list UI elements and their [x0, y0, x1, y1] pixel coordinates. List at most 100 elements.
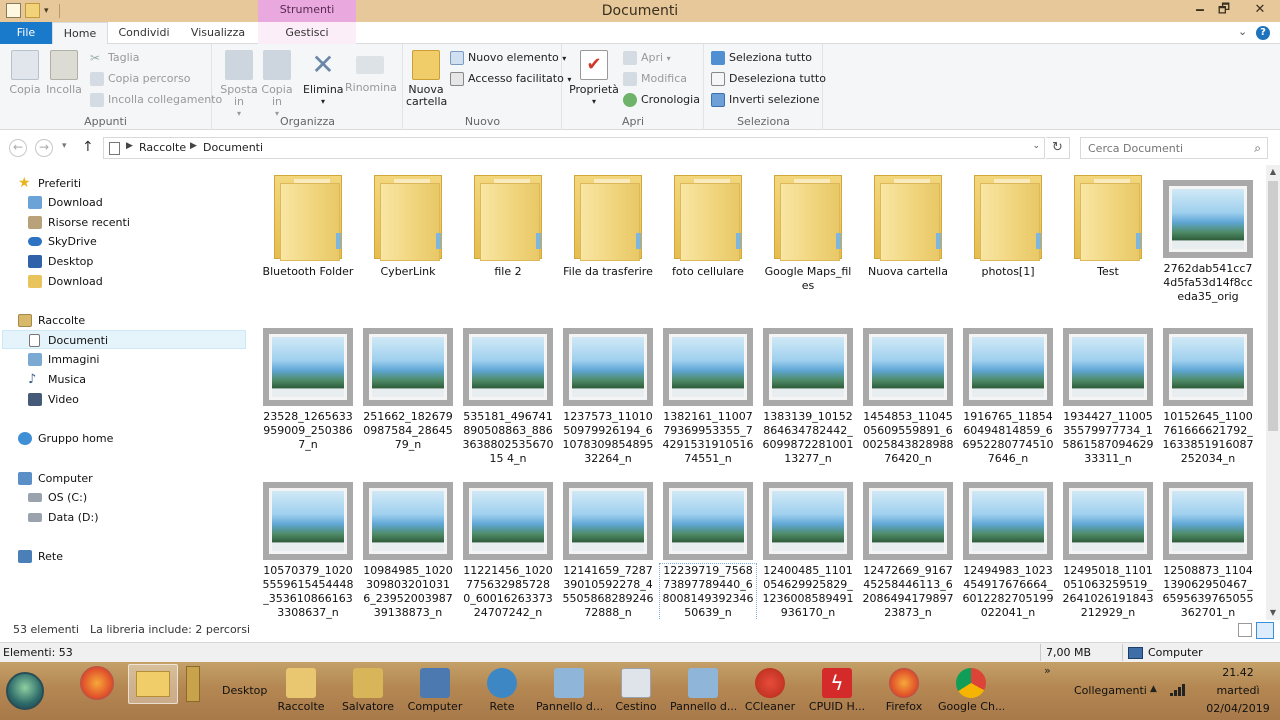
image-file-item[interactable]: 1454853_1104505609559891_600258438289887… — [860, 328, 956, 466]
details-view-icon[interactable] — [1238, 623, 1252, 637]
search-input[interactable] — [1081, 138, 1241, 158]
folder-item[interactable]: CyberLink — [360, 165, 456, 279]
desktop-item-chrome[interactable]: Google Ch... — [938, 666, 1004, 713]
copy-to-button[interactable]: Copia in ▾ — [259, 48, 295, 120]
search-icon[interactable]: ⌕ — [1254, 141, 1261, 156]
folder-item[interactable]: Test — [1060, 165, 1156, 279]
image-file-item[interactable]: 23528_1265633959009_2503867_n — [260, 328, 356, 452]
select-all-button[interactable]: Seleziona tutto — [711, 49, 812, 67]
chevron-down-icon[interactable]: ⌄ — [1032, 141, 1040, 151]
image-file-item[interactable]: 12141659_728739010592278_455058682892467… — [560, 482, 656, 620]
scroll-up-icon[interactable]: ▲ — [1266, 165, 1280, 179]
toolbar-expand-icon[interactable]: » — [1044, 664, 1051, 677]
desktop-item-firefox[interactable]: Firefox — [871, 666, 937, 713]
invert-selection-button[interactable]: Inverti selezione — [711, 91, 820, 109]
image-file-item[interactable]: 10570379_10205559615454448_3536108661633… — [260, 482, 356, 620]
desktop-item-control-panel-2[interactable]: Pannello d... — [670, 666, 736, 713]
refresh-button[interactable]: ↻ — [1046, 137, 1070, 159]
recent-locations-button[interactable]: ▾ — [62, 141, 67, 151]
address-bar[interactable]: ▶ Raccolte ▶ Documenti ⌄ — [103, 137, 1045, 159]
image-file-item[interactable]: 12494983_1023454917676664_60122827051990… — [960, 482, 1056, 620]
image-file-item[interactable]: 12239719_756873897789440_680081493923465… — [659, 482, 757, 620]
edit-button[interactable]: Modifica — [623, 70, 687, 88]
large-icons-view-icon[interactable] — [1256, 622, 1274, 639]
minimize-button[interactable]: 🗕 — [1187, 0, 1213, 20]
explorer-taskbar-button[interactable] — [128, 664, 178, 704]
image-file-item[interactable]: 2762dab541cc74d5fa53d14f8cceda35_orig — [1160, 180, 1256, 304]
up-button[interactable]: ↑ — [82, 139, 94, 155]
back-button[interactable]: ← — [9, 139, 27, 157]
image-file-item[interactable]: 1237573_1101050979926194_610783098548953… — [560, 328, 656, 466]
desktop-toolbar-label[interactable]: Desktop — [222, 684, 267, 697]
image-file-item[interactable]: 1916765_1185460494814859_669522807745107… — [960, 328, 1056, 466]
image-file-item[interactable]: 11221456_1020775632985728 0_600162633732… — [460, 482, 556, 620]
image-file-item[interactable]: 10152645_1100761666621792_16338519160872… — [1160, 328, 1256, 466]
pinned-app-icon[interactable] — [186, 666, 200, 702]
search-box[interactable]: ⌕ — [1080, 137, 1268, 159]
tab-file[interactable]: File — [0, 22, 52, 44]
cut-button[interactable]: ✂ Taglia — [90, 49, 139, 67]
chevron-down-icon[interactable]: ⌄ — [1238, 25, 1247, 38]
close-button[interactable]: ✕ — [1240, 0, 1280, 20]
folder-item[interactable]: Google Maps_files — [760, 165, 856, 293]
open-button[interactable]: Apri ▾ — [623, 49, 671, 67]
paste-link-button[interactable]: Incolla collegamento — [90, 91, 222, 109]
tab-home[interactable]: Home — [52, 22, 108, 45]
system-clock[interactable]: 21.42 martedì 02/04/2019 — [1196, 664, 1280, 718]
image-file-item[interactable]: 10984985_1020309803201031 6_239520039873… — [360, 482, 456, 620]
vertical-scrollbar[interactable]: ▲ ▼ — [1266, 165, 1280, 620]
scroll-thumb[interactable] — [1268, 181, 1278, 431]
image-file-item[interactable]: 12472669_916745258446113_620864941798972… — [860, 482, 956, 620]
links-toolbar-label[interactable]: Collegamenti — [1074, 684, 1147, 697]
image-file-item[interactable]: 12400485_1101054629925829_12360085894919… — [760, 482, 856, 620]
history-button[interactable]: Cronologia — [623, 91, 700, 109]
breadcrumb-documenti[interactable]: Documenti — [203, 141, 263, 154]
folder-item[interactable]: foto cellulare — [660, 165, 756, 279]
folder-item[interactable]: File da trasferire — [560, 165, 656, 279]
desktop-item-raccolte[interactable]: Raccolte — [268, 666, 334, 713]
folder-item[interactable]: photos[1] — [960, 165, 1056, 279]
image-file-item[interactable]: 1934427_1100535579977734_158615870946293… — [1060, 328, 1156, 466]
network-signal-icon[interactable] — [1170, 684, 1186, 696]
desktop-item-rete[interactable]: Rete — [469, 666, 535, 713]
folder-item[interactable]: Bluetooth Folder — [260, 165, 356, 279]
show-hidden-icons-icon[interactable]: ▲ — [1150, 684, 1157, 694]
desktop-item-ccleaner[interactable]: CCleaner — [737, 666, 803, 713]
image-file-item[interactable]: 1383139_10152864634782442_60998722810011… — [760, 328, 856, 466]
select-none-button[interactable]: Deseleziona tutto — [711, 70, 826, 88]
help-icon[interactable]: ? — [1256, 26, 1270, 40]
rename-button[interactable]: Rinomina — [345, 48, 397, 94]
move-to-button[interactable]: Sposta in ▾ — [219, 48, 259, 120]
folder-item[interactable]: Nuova cartella — [860, 165, 956, 279]
breadcrumb-arrow-icon[interactable]: ▶ — [190, 141, 197, 151]
tab-view[interactable]: Visualizza — [182, 22, 254, 44]
desktop-item-control-panel[interactable]: Pannello d... — [536, 666, 602, 713]
breadcrumb-raccolte[interactable]: Raccolte — [139, 141, 186, 154]
image-file-item[interactable]: 251662_1826790987584_2864579_n — [360, 328, 456, 452]
paste-button[interactable]: Incolla — [44, 48, 84, 96]
new-folder-button[interactable]: Nuova cartella — [406, 48, 447, 108]
easy-access-button[interactable]: Accesso facilitato ▾ — [450, 70, 571, 88]
image-file-item[interactable]: 12508873_1104139062950467_65956397650553… — [1160, 482, 1256, 620]
desktop-item-cpuid[interactable]: ϟ CPUID H... — [804, 666, 870, 713]
properties-button[interactable]: ✔ Proprietà ▾ — [569, 48, 619, 108]
copy-path-button[interactable]: Copia percorso — [90, 70, 190, 88]
folder-item[interactable]: file 2 — [460, 165, 556, 279]
nav-item-documents[interactable]: Documenti — [2, 330, 246, 349]
start-button[interactable] — [6, 672, 44, 710]
maximize-button[interactable]: 🗗 — [1211, 0, 1237, 20]
tab-manage[interactable]: Gestisci — [258, 22, 356, 44]
firefox-icon[interactable] — [80, 666, 114, 700]
image-file-item[interactable]: 535181_496741890508863_88636388025356701… — [460, 328, 556, 466]
image-file-item[interactable]: 1382161_1100779369953355_742915319105167… — [660, 328, 756, 466]
delete-button[interactable]: ✕ Elimina ▾ — [303, 48, 344, 108]
desktop-item-salvatore[interactable]: Salvatore — [335, 666, 401, 713]
image-file-item[interactable]: 12495018_1101051063259519_26410261918432… — [1060, 482, 1156, 620]
breadcrumb-arrow-icon[interactable]: ▶ — [126, 141, 133, 151]
scroll-down-icon[interactable]: ▼ — [1266, 606, 1280, 620]
forward-button[interactable]: → — [35, 139, 53, 157]
desktop-item-computer[interactable]: Computer — [402, 666, 468, 713]
new-item-button[interactable]: Nuovo elemento ▾ — [450, 49, 566, 67]
desktop-item-recycle-bin[interactable]: Cestino — [603, 666, 669, 713]
copy-button[interactable]: Copia — [6, 48, 44, 96]
